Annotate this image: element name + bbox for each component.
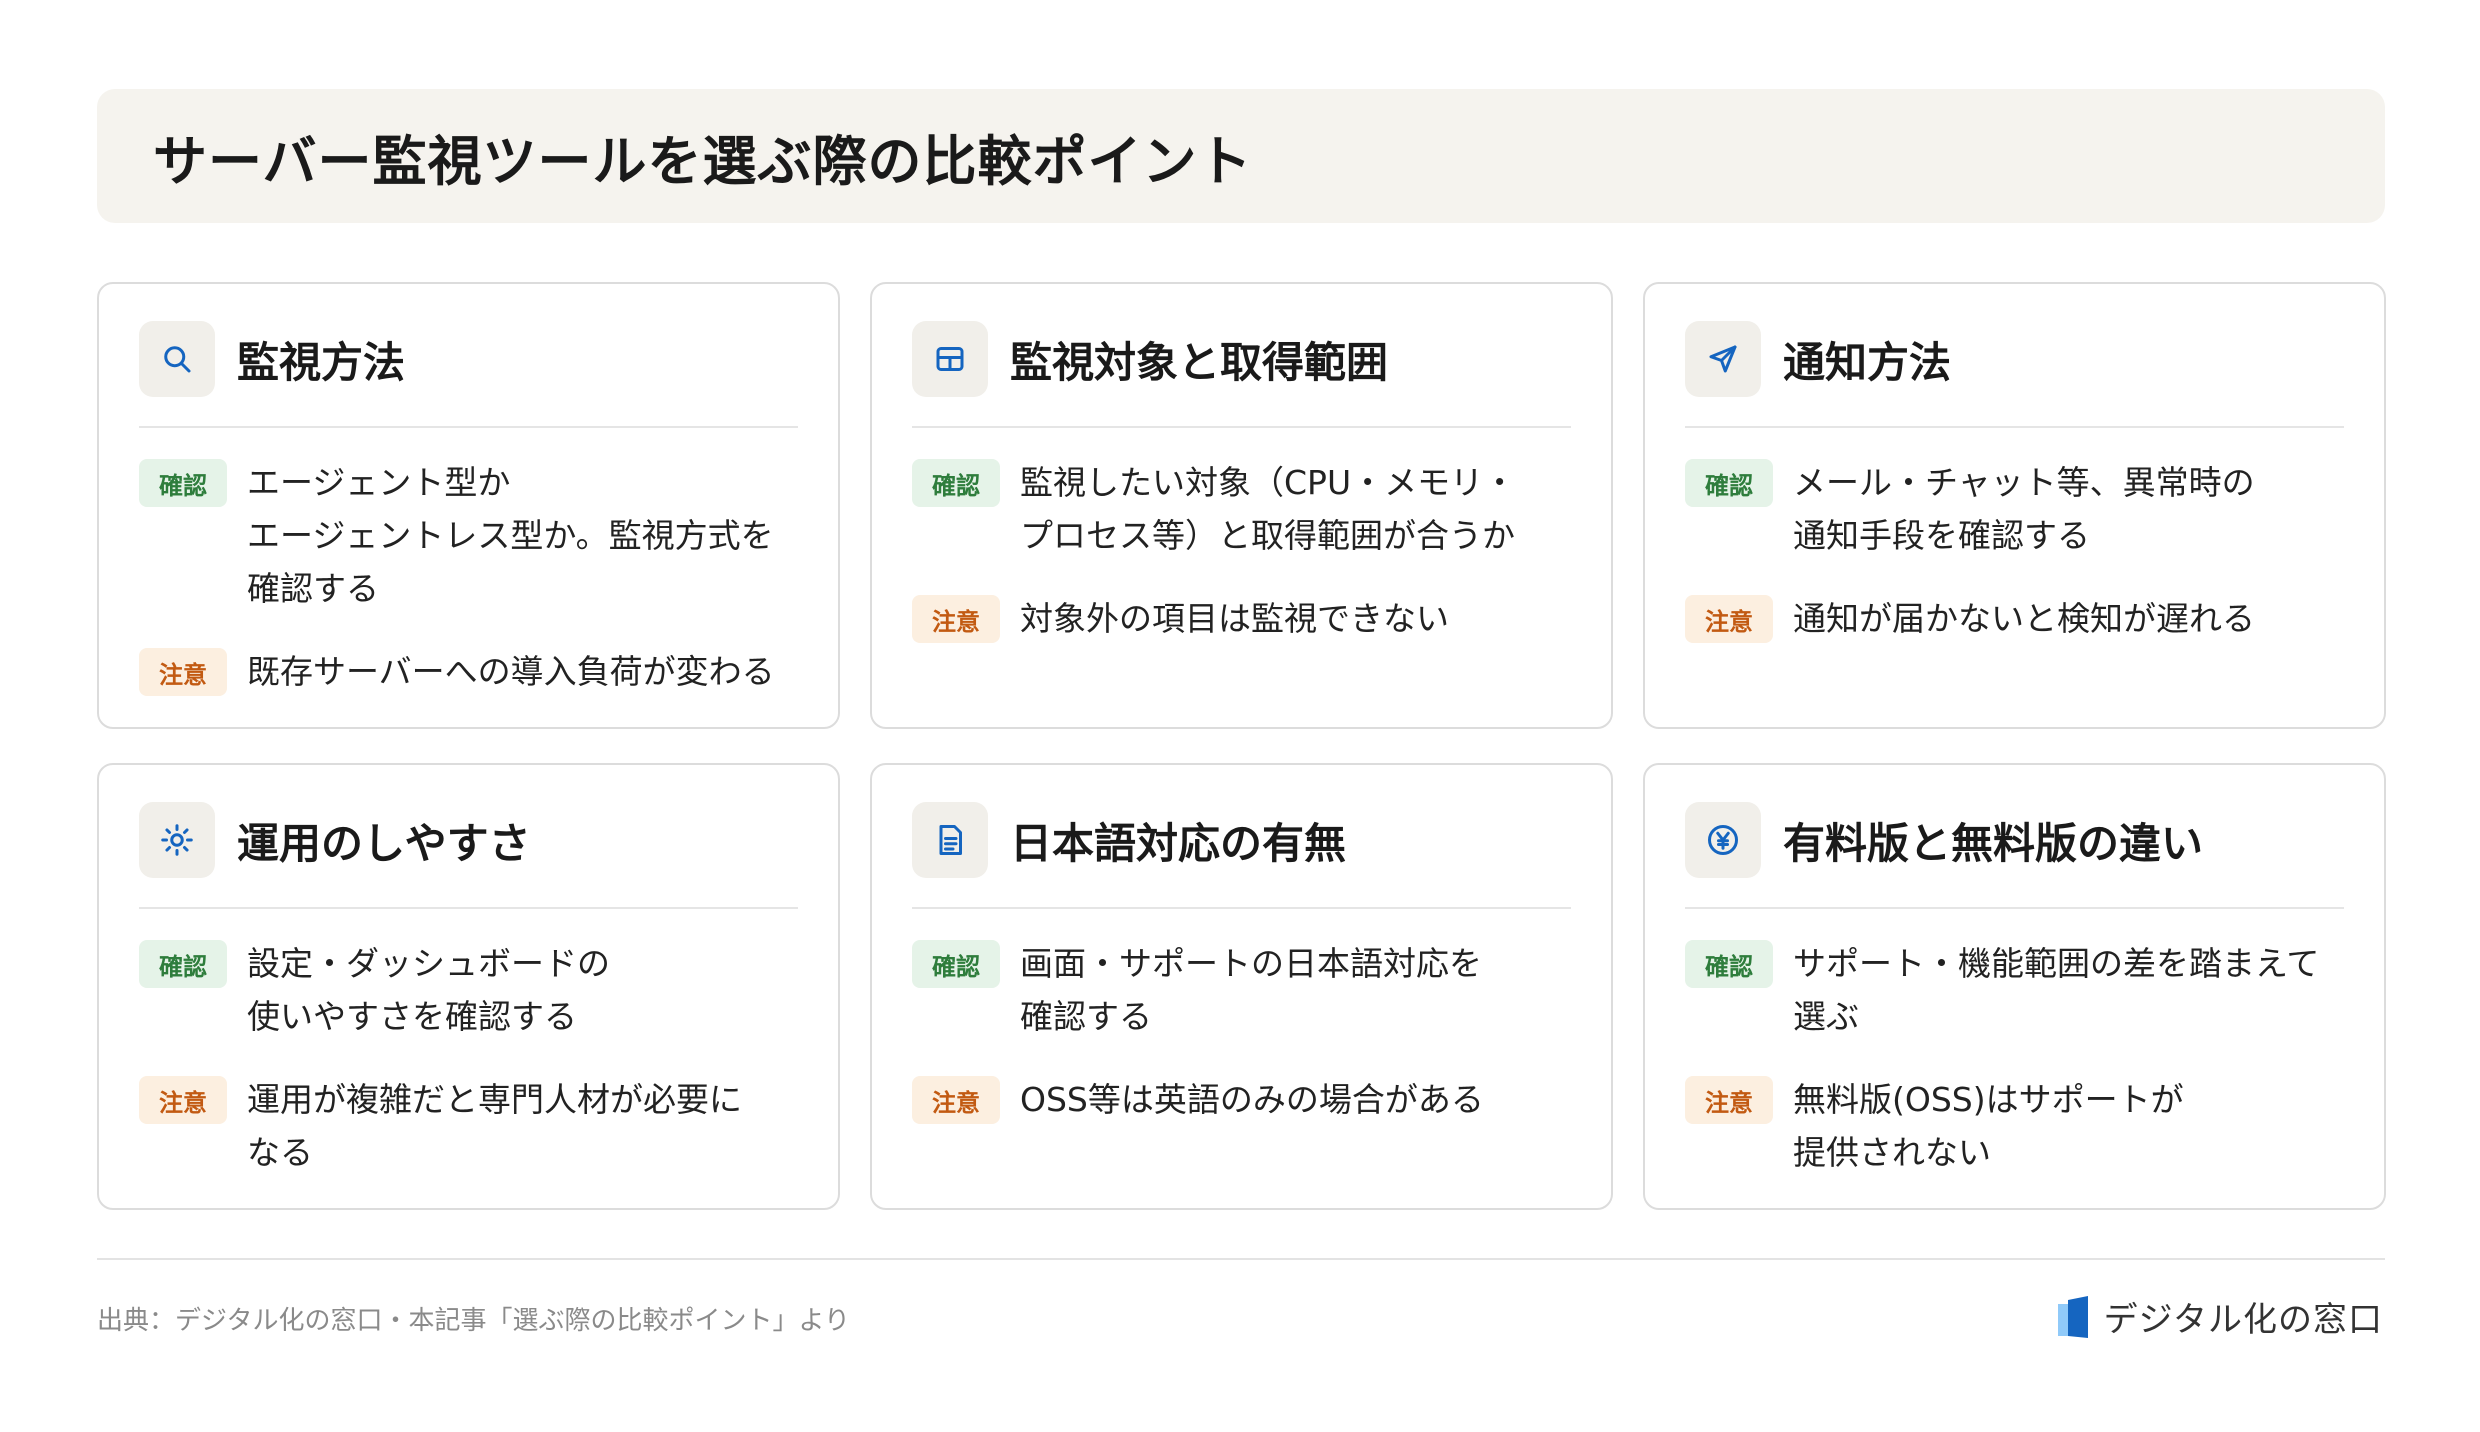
confirm-text: サポート・機能範囲の差を踏まえて 選ぶ [1793,944,2320,1036]
card-title: 運用のしやすさ [237,818,531,868]
yen-icon [1685,802,1761,878]
caution-badge: 注意 [1685,595,1773,643]
confirm-item: 確認 メール・チャット等、異常時の 通知手段を確認する [1685,456,2344,562]
caution-item: 注意 無料版(OSS)はサポートが 提供されない [1685,1073,2344,1179]
card-header: 監視方法 [139,284,798,428]
caution-item: 注意 既存サーバーへの導入負荷が変わる [139,645,798,698]
confirm-text: メール・チャット等、異常時の 通知手段を確認する [1793,463,2255,555]
caution-item: 注意 通知が届かないと検知が遅れる [1685,592,2344,645]
card-paid-vs-free: 有料版と無料版の違い 確認 サポート・機能範囲の差を踏まえて 選ぶ 注意 無料版… [1643,763,2386,1210]
confirm-badge: 確認 [139,459,227,507]
card-title: 有料版と無料版の違い [1783,818,2204,868]
confirm-badge: 確認 [1685,940,1773,988]
page-title: サーバー監視ツールを選ぶ際の比較ポイント [153,129,1253,193]
sun-icon [139,802,215,878]
confirm-badge: 確認 [1685,459,1773,507]
card-monitoring-target: 監視対象と取得範囲 確認 監視したい対象（CPU・メモリ・ プロセス等）と取得範… [870,282,1613,729]
caution-badge: 注意 [139,648,227,696]
grid-icon [912,321,988,397]
card-title: 通知方法 [1783,337,1952,387]
card-notification: 通知方法 確認 メール・チャット等、異常時の 通知手段を確認する 注意 通知が届… [1643,282,2386,729]
caution-text: OSS等は英語のみの場合がある [1020,1080,1484,1119]
caution-item: 注意 運用が複雑だと専門人材が必要に なる [139,1073,798,1179]
brand: デジタル化の窓口 [2056,1292,2383,1341]
source-citation: 出典：デジタル化の窓口・本記事「選ぶ際の比較ポイント」より [97,1306,850,1336]
caution-badge: 注意 [1685,1076,1773,1124]
caution-text: 既存サーバーへの導入負荷が変わる [247,652,775,691]
card-header: 日本語対応の有無 [912,765,1571,909]
confirm-badge: 確認 [139,940,227,988]
confirm-badge: 確認 [912,940,1000,988]
footer-divider [97,1258,2385,1260]
card-usability: 運用のしやすさ 確認 設定・ダッシュボードの 使いやすさを確認する 注意 運用が… [97,763,840,1210]
card-monitoring-method: 監視方法 確認 エージェント型か エージェントレス型か。監視方式を 確認する 注… [97,282,840,729]
search-icon [139,321,215,397]
caution-text: 通知が届かないと検知が遅れる [1793,599,2255,638]
brand-logo-icon [2057,1295,2088,1338]
caution-badge: 注意 [139,1076,227,1124]
confirm-item: 確認 設定・ダッシュボードの 使いやすさを確認する [139,937,798,1043]
confirm-item: 確認 サポート・機能範囲の差を踏まえて 選ぶ [1685,937,2344,1043]
card-title: 日本語対応の有無 [1010,818,1347,868]
caution-text: 無料版(OSS)はサポートが 提供されない [1793,1080,2184,1172]
card-japanese-support: 日本語対応の有無 確認 画面・サポートの日本語対応を 確認する 注意 OSS等は… [870,763,1613,1210]
confirm-text: 設定・ダッシュボードの 使いやすさを確認する [247,944,610,1036]
card-header: 有料版と無料版の違い [1685,765,2344,909]
caution-badge: 注意 [912,1076,1000,1124]
caution-item: 注意 対象外の項目は監視できない [912,592,1571,645]
caution-item: 注意 OSS等は英語のみの場合がある [912,1073,1571,1126]
confirm-badge: 確認 [912,459,1000,507]
confirm-item: 確認 エージェント型か エージェントレス型か。監視方式を 確認する [139,456,798,615]
comparison-grid: 監視方法 確認 エージェント型か エージェントレス型か。監視方式を 確認する 注… [97,282,2386,1210]
confirm-item: 確認 監視したい対象（CPU・メモリ・ プロセス等）と取得範囲が合うか [912,456,1571,562]
caution-text: 運用が複雑だと専門人材が必要に なる [247,1080,742,1172]
card-header: 運用のしやすさ [139,765,798,909]
brand-name: デジタル化の窓口 [2103,1300,2383,1340]
card-title: 監視方法 [237,337,406,387]
confirm-text: 画面・サポートの日本語対応を 確認する [1020,944,1482,1036]
confirm-text: エージェント型か エージェントレス型か。監視方式を 確認する [247,463,774,608]
header-banner: サーバー監視ツールを選ぶ際の比較ポイント [97,89,2385,223]
confirm-item: 確認 画面・サポートの日本語対応を 確認する [912,937,1571,1043]
confirm-text: 監視したい対象（CPU・メモリ・ プロセス等）と取得範囲が合うか [1020,463,1517,555]
send-icon [1685,321,1761,397]
caution-badge: 注意 [912,595,1000,643]
card-header: 監視対象と取得範囲 [912,284,1571,428]
caution-text: 対象外の項目は監視できない [1020,599,1449,638]
document-icon [912,802,988,878]
card-title: 監視対象と取得範囲 [1010,337,1389,387]
card-header: 通知方法 [1685,284,2344,428]
